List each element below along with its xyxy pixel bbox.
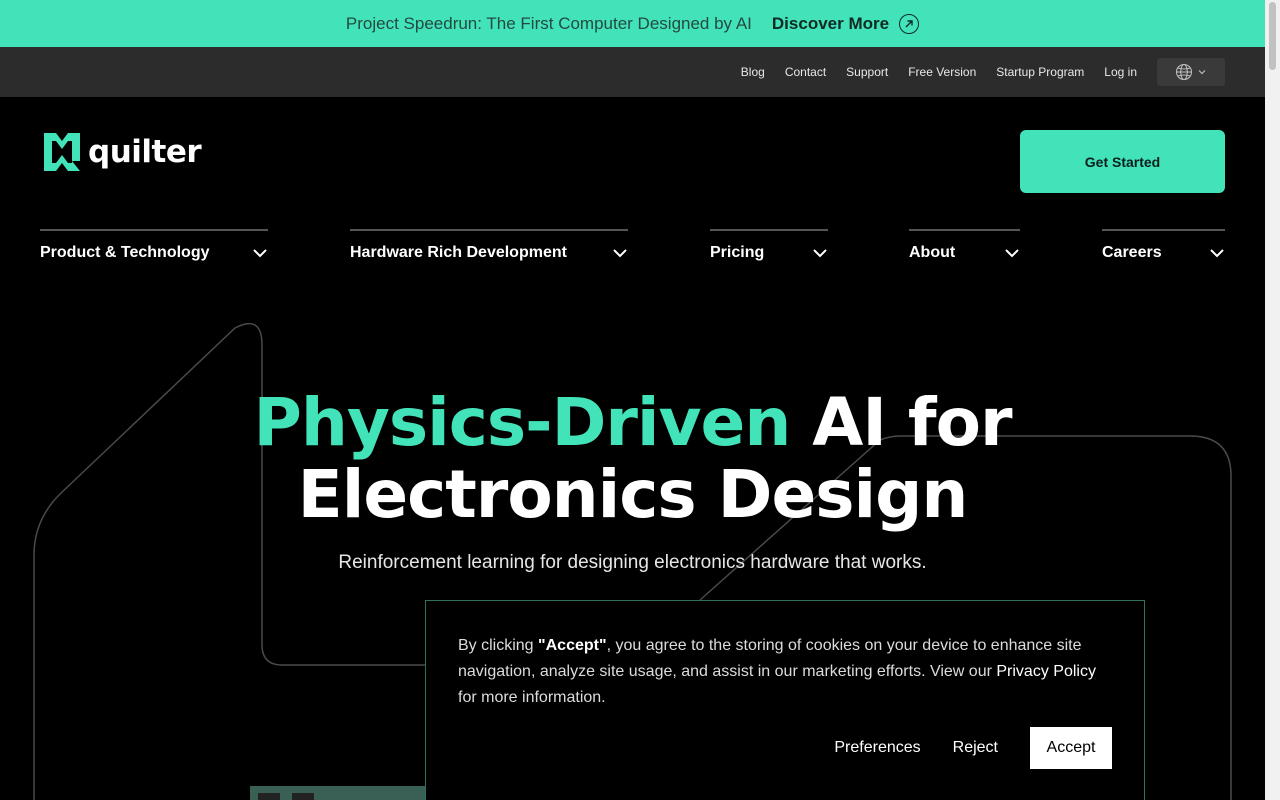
cookie-text-pre: By clicking [458, 637, 539, 654]
chevron-down-icon [613, 249, 627, 258]
utility-link-contact[interactable]: Contact [785, 65, 826, 79]
utility-link-blog[interactable]: Blog [741, 65, 765, 79]
nav-item-product-technology[interactable]: Product & Technology [40, 229, 268, 269]
nav-item-about[interactable]: About [909, 229, 1020, 269]
arrow-up-right-icon [899, 13, 920, 34]
hero-title-rest: AI for [790, 384, 1012, 461]
get-started-button[interactable]: Get Started [1020, 130, 1225, 193]
chevron-down-icon [1210, 249, 1224, 258]
utility-link-startup-program[interactable]: Startup Program [996, 65, 1084, 79]
nav-label: Pricing [710, 244, 765, 261]
language-selector[interactable] [1157, 58, 1225, 86]
nav-item-pricing[interactable]: Pricing [710, 229, 828, 269]
accept-button[interactable]: Accept [1030, 727, 1112, 769]
hero-title-line-1: Physics-Driven AI for [0, 388, 1265, 458]
chevron-down-icon [1198, 70, 1206, 75]
chevron-down-icon [253, 249, 267, 258]
announcement-message: Project Speedrun: The First Computer Des… [345, 13, 752, 33]
discover-more-label: Discover More [771, 13, 890, 33]
quilter-logo[interactable]: quilter [42, 131, 202, 173]
nav-label: About [909, 244, 956, 261]
privacy-policy-link[interactable]: Privacy Policy [996, 663, 1096, 680]
chevron-down-icon [813, 249, 827, 258]
nav-item-hardware-rich-development[interactable]: Hardware Rich Development [350, 229, 628, 269]
utility-link-free-version[interactable]: Free Version [908, 65, 976, 79]
reject-button[interactable]: Reject [953, 739, 998, 757]
logo-wordmark: quilter [88, 134, 202, 170]
cookie-actions: Preferences Reject Accept [834, 727, 1112, 769]
hero-subtitle: Reinforcement learning for designing ele… [338, 552, 927, 573]
cookie-text-post: for more information. [458, 689, 606, 706]
discover-more-link[interactable]: Discover More [771, 13, 920, 34]
hero-title-accent: Physics-Driven [253, 384, 791, 461]
globe-icon [1175, 63, 1193, 81]
quilter-mark-icon [44, 133, 80, 171]
nav-label: Careers [1102, 244, 1162, 261]
utility-link-support[interactable]: Support [846, 65, 888, 79]
cookie-text-bold: "Accept" [538, 637, 607, 654]
utility-nav: Blog Contact Support Free Version Startu… [0, 47, 1265, 97]
preferences-button[interactable]: Preferences [834, 739, 920, 757]
nav-label: Hardware Rich Development [350, 244, 567, 261]
page-scrollbar[interactable] [1265, 0, 1280, 800]
hero-title-line-2: Electronics Design [297, 456, 969, 533]
cookie-banner: By clicking "Accept", you agree to the s… [425, 600, 1145, 800]
scrollbar-thumb[interactable] [1269, 2, 1276, 70]
cookie-message: By clicking "Accept", you agree to the s… [458, 633, 1112, 711]
chevron-down-icon [1005, 249, 1019, 258]
nav-item-careers[interactable]: Careers [1102, 229, 1225, 269]
utility-link-log-in[interactable]: Log in [1104, 65, 1137, 79]
nav-label: Product & Technology [40, 244, 210, 261]
announcement-bar[interactable]: Project Speedrun: The First Computer Des… [0, 0, 1265, 47]
